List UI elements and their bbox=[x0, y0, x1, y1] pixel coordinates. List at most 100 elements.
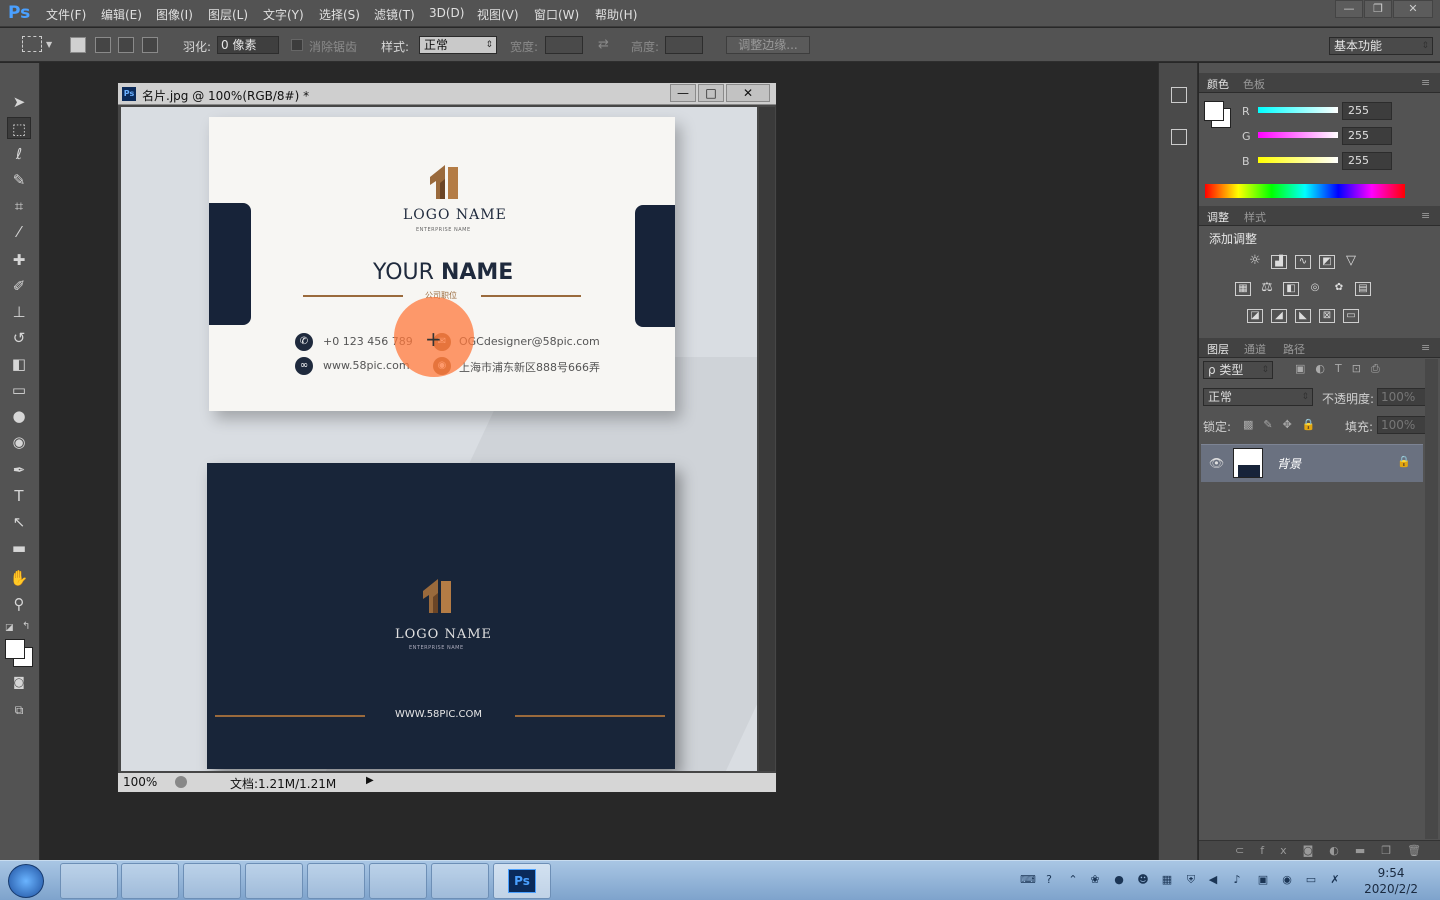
network-tray-icon[interactable]: ❀ bbox=[1088, 873, 1102, 887]
swap-icon[interactable]: ⇄ bbox=[598, 37, 609, 52]
width-input[interactable] bbox=[545, 36, 583, 54]
security-tray-icon[interactable]: ⛨ bbox=[1184, 873, 1198, 887]
color-spectrum-bar[interactable] bbox=[1205, 184, 1405, 198]
layer-filter-select[interactable]: ρ 类型 bbox=[1203, 361, 1273, 379]
menu-help[interactable]: 帮助(H) bbox=[595, 6, 637, 23]
photo-filter-icon[interactable]: ◎ bbox=[1307, 282, 1323, 296]
disk-tray-icon[interactable]: ◉ bbox=[1280, 873, 1294, 887]
healing-brush-tool-icon[interactable]: ✚ bbox=[7, 249, 31, 271]
taskbar-photoshop-icon[interactable]: Ps bbox=[493, 863, 551, 899]
move-tool-icon[interactable]: ➤ bbox=[7, 91, 31, 113]
properties-panel-icon[interactable] bbox=[1171, 129, 1187, 145]
menu-type[interactable]: 文字(Y) bbox=[263, 6, 304, 23]
opacity-input[interactable]: 100% bbox=[1377, 388, 1431, 406]
crop-tool-icon[interactable]: ⌗ bbox=[7, 195, 31, 217]
taskbar-notepad-icon[interactable] bbox=[431, 863, 489, 899]
lasso-tool-icon[interactable]: ℓ bbox=[7, 143, 31, 165]
menu-image[interactable]: 图像(I) bbox=[156, 6, 193, 23]
menu-file[interactable]: 文件(F) bbox=[46, 6, 86, 23]
g-value-input[interactable]: 255 bbox=[1342, 127, 1392, 145]
apps-tray-icon[interactable]: ▦ bbox=[1160, 873, 1174, 887]
help-tray-icon[interactable]: ? bbox=[1042, 873, 1056, 887]
menu-edit[interactable]: 编辑(E) bbox=[101, 6, 142, 23]
intersect-selection-icon[interactable] bbox=[142, 37, 158, 53]
taskbar-camtasia-icon[interactable] bbox=[245, 863, 303, 899]
taskbar-sogou-icon[interactable] bbox=[121, 863, 179, 899]
tab-paths[interactable]: 路径 bbox=[1283, 341, 1305, 357]
refine-edge-button[interactable]: 调整边缘... bbox=[726, 36, 810, 54]
taskbar-app-store-icon[interactable] bbox=[60, 863, 118, 899]
document-title-bar[interactable]: Ps 名片.jpg @ 100%(RGB/8#) * — □ ✕ bbox=[118, 83, 776, 105]
panel-menu-icon[interactable]: ≡ bbox=[1421, 76, 1430, 89]
menu-view[interactable]: 视图(V) bbox=[477, 6, 519, 23]
layers-scrollbar[interactable] bbox=[1425, 359, 1438, 839]
subtract-selection-icon[interactable] bbox=[118, 37, 134, 53]
tab-styles[interactable]: 样式 bbox=[1244, 209, 1266, 225]
marquee-tool-preset-icon[interactable] bbox=[22, 36, 42, 52]
feather-input[interactable]: 0 像素 bbox=[217, 36, 279, 54]
exposure-icon[interactable]: ◩ bbox=[1319, 255, 1335, 269]
brightness-icon[interactable]: ☼ bbox=[1247, 254, 1263, 269]
status-info-icon[interactable] bbox=[175, 776, 187, 788]
fill-input[interactable]: 100% bbox=[1377, 416, 1431, 434]
menu-window[interactable]: 窗口(W) bbox=[534, 6, 579, 23]
canvas[interactable]: LOGO NAME ENTERPRISE NAME YOUR NAME 公司职位… bbox=[121, 107, 757, 771]
wechat-tray-icon[interactable]: ● bbox=[1112, 873, 1126, 887]
r-value-input[interactable]: 255 bbox=[1342, 102, 1392, 120]
taskbar-explorer-icon[interactable] bbox=[307, 863, 365, 899]
tab-swatches[interactable]: 色板 bbox=[1243, 76, 1265, 92]
menu-layer[interactable]: 图层(L) bbox=[208, 6, 248, 23]
expand-tray-icon[interactable]: ⌃ bbox=[1066, 873, 1080, 887]
hue-saturation-icon[interactable]: ▦ bbox=[1235, 282, 1251, 296]
eye-visibility-icon[interactable]: 👁 bbox=[1209, 456, 1224, 470]
panel-menu-icon[interactable]: ≡ bbox=[1421, 209, 1430, 222]
zoom-tool-icon[interactable]: ⚲ bbox=[7, 593, 31, 615]
brush-tool-icon[interactable]: ✐ bbox=[7, 275, 31, 297]
vertical-scrollbar[interactable] bbox=[759, 107, 775, 771]
hand-tool-icon[interactable]: ✋ bbox=[7, 567, 31, 589]
taskbar-wechat-icon[interactable] bbox=[183, 863, 241, 899]
chevron-down-icon[interactable]: ▼ bbox=[46, 40, 52, 49]
foreground-color-swatch[interactable] bbox=[5, 639, 25, 659]
doc-close-button[interactable]: ✕ bbox=[726, 84, 770, 102]
gradient-tool-icon[interactable]: ▭ bbox=[7, 379, 31, 401]
close-button[interactable]: ✕ bbox=[1393, 0, 1433, 18]
style-select[interactable]: 正常 bbox=[419, 36, 497, 54]
history-panel-icon[interactable] bbox=[1171, 87, 1187, 103]
layer-row-background[interactable]: 👁 背景 🔒 bbox=[1201, 444, 1423, 482]
path-select-tool-icon[interactable]: ↖ bbox=[7, 511, 31, 533]
menu-select[interactable]: 选择(S) bbox=[319, 6, 360, 23]
height-input[interactable] bbox=[665, 36, 703, 54]
drive-tray-icon[interactable]: ▣ bbox=[1256, 873, 1270, 887]
minimize-button[interactable]: — bbox=[1335, 0, 1363, 18]
display-tray-icon[interactable]: ▭ bbox=[1304, 873, 1318, 887]
color-fg-swatch[interactable] bbox=[1204, 101, 1224, 121]
quick-mask-icon[interactable]: ◙ bbox=[7, 671, 31, 693]
quick-select-tool-icon[interactable]: ✎ bbox=[7, 169, 31, 191]
black-white-icon[interactable]: ◧ bbox=[1283, 282, 1299, 296]
menu-3d[interactable]: 3D(D) bbox=[429, 6, 464, 20]
tab-layers[interactable]: 图层 bbox=[1207, 341, 1229, 357]
history-brush-tool-icon[interactable]: ↺ bbox=[7, 327, 31, 349]
color-lookup-icon[interactable]: ▤ bbox=[1355, 282, 1371, 296]
layer-actions-bar[interactable]: ⊂fx◙◐▬❐🗑 bbox=[1199, 840, 1440, 860]
default-colors-icon[interactable]: ◪ bbox=[5, 623, 14, 633]
curves-icon[interactable]: ∿ bbox=[1295, 255, 1311, 269]
doc-minimize-button[interactable]: — bbox=[670, 84, 696, 102]
zoom-level[interactable]: 100% bbox=[123, 775, 157, 789]
qq-tray-icon[interactable]: ☻ bbox=[1136, 873, 1150, 887]
pen-tool-icon[interactable]: ✒ bbox=[7, 459, 31, 481]
screen-mode-icon[interactable]: ⧉ bbox=[7, 699, 31, 721]
b-value-input[interactable]: 255 bbox=[1342, 152, 1392, 170]
channel-mixer-icon[interactable]: ✿ bbox=[1331, 282, 1347, 296]
volume-tray-icon[interactable]: ♪ bbox=[1230, 873, 1244, 887]
tab-channels[interactable]: 通道 bbox=[1244, 341, 1266, 357]
add-selection-icon[interactable] bbox=[95, 37, 111, 53]
levels-icon[interactable]: ▟ bbox=[1271, 255, 1287, 269]
lock-icons[interactable]: ▩✎✥🔒 bbox=[1243, 418, 1326, 431]
network-status-tray-icon[interactable]: ✗ bbox=[1328, 873, 1342, 887]
rect-marquee-tool-icon[interactable]: ⬚ bbox=[7, 117, 31, 139]
panel-menu-icon[interactable]: ≡ bbox=[1421, 341, 1430, 354]
posterize-icon[interactable]: ◢ bbox=[1271, 309, 1287, 323]
start-button[interactable] bbox=[8, 864, 44, 898]
